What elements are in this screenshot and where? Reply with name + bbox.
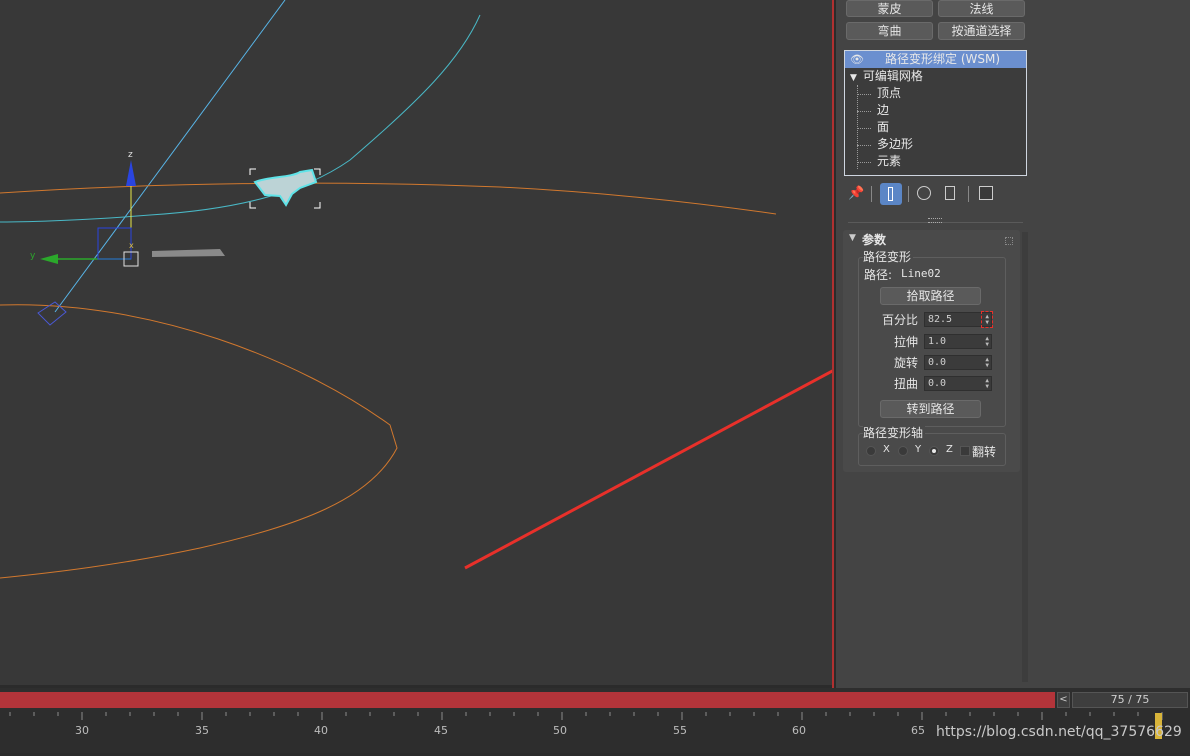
selected-object <box>249 168 321 209</box>
gizmo-z-arrow <box>126 160 136 186</box>
divider-grip-icon[interactable] <box>928 218 942 223</box>
tree-branch <box>857 111 871 112</box>
viewport-canvas[interactable] <box>0 0 832 685</box>
axis-z-label: Z <box>946 444 953 455</box>
move-to-path-button[interactable]: 转到路径 <box>880 400 981 418</box>
spinner-arrows-icon[interactable]: ▲ ▼ <box>985 336 989 348</box>
modifier-button-skin[interactable]: 蒙皮 <box>846 0 933 17</box>
tree-branch <box>857 162 871 163</box>
sub-object-edge[interactable]: 边 <box>877 102 889 119</box>
blue-spline <box>54 0 286 313</box>
sub-object-element[interactable]: 元素 <box>877 153 901 170</box>
modifier-stack-list[interactable]: 👁 路径变形绑定 (WSM) ▼ 可编辑网格 顶点 边 面 多边形 元素 <box>844 50 1027 176</box>
gizmo-x-label: x <box>129 241 134 250</box>
time-prev-button[interactable]: < <box>1057 692 1070 708</box>
tree-connector <box>857 85 858 169</box>
modifier-button-bend[interactable]: 弯曲 <box>846 22 933 40</box>
rollout-grip-icon <box>1005 237 1013 245</box>
configure-modifier-sets-icon[interactable] <box>979 186 993 200</box>
expand-triangle-icon[interactable]: ▼ <box>850 73 857 83</box>
gizmo-y-label: y <box>30 251 36 261</box>
sub-object-polygon[interactable]: 多边形 <box>877 136 913 153</box>
sub-object-vertex[interactable]: 顶点 <box>877 85 901 102</box>
tick-label: 60 <box>792 724 806 737</box>
tick-label: 65 <box>911 724 925 737</box>
percent-label: 百分比 <box>882 313 919 327</box>
viewport[interactable]: z y x <box>0 0 832 685</box>
tree-branch <box>857 145 871 146</box>
highlight-box <box>981 311 993 328</box>
toolbar-separator <box>908 186 909 202</box>
stretch-value[interactable]: 1.0 <box>928 336 946 347</box>
frame-counter[interactable]: 75 / 75 <box>1072 692 1188 708</box>
gizmo-z-label: z <box>128 150 133 160</box>
toolbar-separator <box>968 186 969 202</box>
path-label: 路径: <box>864 268 893 282</box>
spinner-arrows-icon[interactable]: ▲ ▼ <box>985 378 989 390</box>
rotation-value[interactable]: 0.0 <box>928 357 946 368</box>
watermark: https://blog.csdn.net/qq_37576629 <box>936 724 1182 740</box>
tick-label: 35 <box>195 724 209 737</box>
tick-label: 55 <box>673 724 687 737</box>
small-object <box>152 249 225 257</box>
axis-x-label: X <box>883 444 890 455</box>
flip-label: 翻转 <box>972 445 997 459</box>
time-slider-track[interactable] <box>0 692 1055 708</box>
rotation-label: 旋转 <box>894 356 919 370</box>
remove-modifier-icon[interactable] <box>945 186 955 200</box>
show-end-result-icon[interactable] <box>880 183 902 205</box>
gizmo-y-arrow <box>40 254 58 264</box>
flip-checkbox[interactable] <box>960 446 970 456</box>
tick-label: 50 <box>553 724 567 737</box>
twist-value[interactable]: 0.0 <box>928 378 946 389</box>
percent-value[interactable]: 82.5 <box>928 314 952 325</box>
rollout-title[interactable]: 参数 <box>862 231 886 248</box>
eye-icon[interactable]: 👁 <box>850 51 864 68</box>
viewport-active-border <box>832 0 834 688</box>
stack-item-path-deform[interactable]: 👁 路径变形绑定 (WSM) <box>845 51 1026 68</box>
toolbar-separator <box>871 186 872 202</box>
panel-scrollbar[interactable] <box>1022 232 1028 682</box>
gizmo-plane <box>97 227 132 260</box>
stretch-label: 拉伸 <box>894 335 919 349</box>
stack-item-label: 可编辑网格 <box>862 69 923 83</box>
annotation-arrow-line <box>464 369 832 570</box>
cyan-spline <box>0 14 481 223</box>
axis-y-radio[interactable] <box>898 446 908 456</box>
twist-label: 扭曲 <box>894 377 919 391</box>
path-deform-group-title: 路径变形 <box>863 248 914 265</box>
tick-label: 45 <box>434 724 448 737</box>
path-deform-axis-title: 路径变形轴 <box>863 424 926 441</box>
modifier-button-select-by-channel[interactable]: 按通道选择 <box>938 22 1025 40</box>
rotation-spinner[interactable]: 0.0 ▲ ▼ <box>924 355 992 370</box>
stack-item-label: 路径变形绑定 (WSM) <box>885 52 1001 66</box>
modifier-button-normal[interactable]: 法线 <box>938 0 1025 17</box>
sub-object-face[interactable]: 面 <box>877 119 889 136</box>
tree-branch <box>857 94 871 95</box>
axis-x-radio[interactable] <box>866 446 876 456</box>
tick-label: 30 <box>75 724 89 737</box>
path-value: Line02 <box>901 267 941 280</box>
stretch-spinner[interactable]: 1.0 ▲ ▼ <box>924 334 992 349</box>
stack-item-editable-mesh[interactable]: ▼ 可编辑网格 <box>850 68 923 85</box>
spinner-arrows-icon[interactable]: ▲ ▼ <box>985 357 989 369</box>
collapse-triangle-icon[interactable]: ▼ <box>849 233 856 243</box>
orange-spline-path <box>0 304 398 579</box>
make-unique-icon[interactable] <box>917 186 931 200</box>
orange-spline-upper <box>0 182 777 215</box>
twist-spinner[interactable]: 0.0 ▲ ▼ <box>924 376 992 391</box>
tree-branch <box>857 128 871 129</box>
pick-path-button[interactable]: 拾取路径 <box>880 287 981 305</box>
axis-y-label: Y <box>915 444 922 455</box>
tick-label: 40 <box>314 724 328 737</box>
axis-z-radio[interactable] <box>929 446 939 456</box>
pin-stack-icon[interactable]: 📌 <box>848 186 864 201</box>
